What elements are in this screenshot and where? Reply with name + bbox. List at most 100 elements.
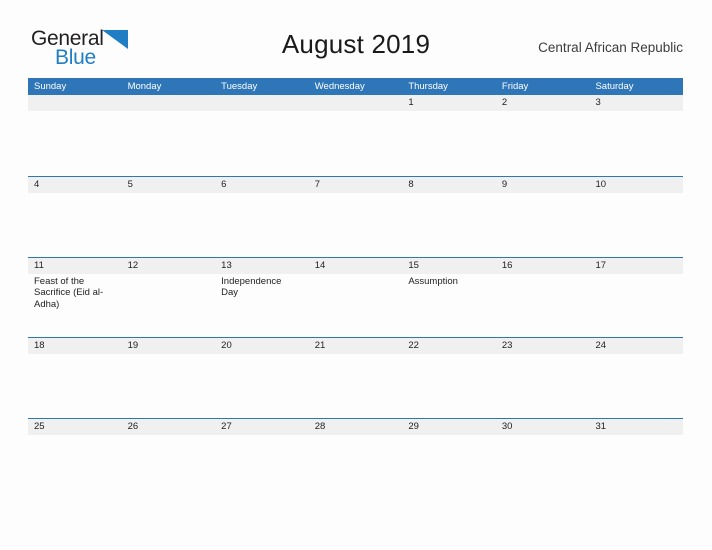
day-events-empty [122, 111, 216, 175]
day-events-empty [28, 354, 122, 418]
day-number[interactable]: 7 [309, 177, 403, 193]
day-events-empty [28, 193, 122, 257]
day-event-band [28, 354, 683, 418]
day-events-empty [402, 193, 496, 257]
day-events-empty [309, 274, 403, 338]
day-events-empty [309, 435, 403, 499]
day-events-empty [122, 193, 216, 257]
day-event-band [28, 111, 683, 175]
day-number[interactable]: 19 [122, 338, 216, 354]
day-number[interactable]: 3 [589, 95, 683, 111]
day-events-empty [496, 435, 590, 499]
day-number[interactable]: 20 [215, 338, 309, 354]
day-events-empty [215, 193, 309, 257]
day-events-empty [402, 354, 496, 418]
day-events-empty [309, 354, 403, 418]
day-events-empty [28, 435, 122, 499]
day-number[interactable]: 2 [496, 95, 590, 111]
day-number[interactable]: 4 [28, 177, 122, 193]
day-events-empty [122, 354, 216, 418]
day-events-empty [589, 111, 683, 175]
day-number-empty [309, 95, 403, 111]
day-number[interactable]: 24 [589, 338, 683, 354]
day-events-empty [496, 193, 590, 257]
calendar-week-row: 18 19 20 21 22 23 24 [28, 337, 683, 418]
holiday-label: Assumption [408, 275, 458, 287]
day-number[interactable]: 27 [215, 419, 309, 435]
weekday-header-saturday: Saturday [595, 81, 634, 92]
weekday-header-tuesday: Tuesday [221, 81, 258, 92]
calendar-page: General Blue August 2019 Central African… [0, 0, 712, 550]
day-events-empty [215, 111, 309, 175]
country-label: Central African Republic [538, 40, 683, 55]
day-number[interactable]: 23 [496, 338, 590, 354]
day-number[interactable]: 10 [589, 177, 683, 193]
day-events-empty [122, 274, 216, 338]
day-number[interactable]: 5 [122, 177, 216, 193]
day-number-empty [215, 95, 309, 111]
day-events-empty [402, 111, 496, 175]
day-number[interactable]: 18 [28, 338, 122, 354]
day-number[interactable]: 6 [215, 177, 309, 193]
day-number[interactable]: 11 [28, 258, 122, 274]
day-number-band: 18 19 20 21 22 23 24 [28, 338, 683, 354]
day-number[interactable]: 22 [402, 338, 496, 354]
day-events-empty [496, 354, 590, 418]
day-event-band [28, 193, 683, 257]
day-events-empty [589, 274, 683, 338]
day-number[interactable]: 30 [496, 419, 590, 435]
calendar-weeks: 1 2 3 4 5 6 7 8 9 10 11 12 13 14 15 16 17 Feast of the Sa… [28, 95, 683, 499]
day-number[interactable]: 31 [589, 419, 683, 435]
month-calendar: Sunday Monday Tuesday Wednesday Thursday… [28, 78, 683, 499]
day-number-empty [122, 95, 216, 111]
day-events-empty [28, 111, 122, 175]
day-events-empty [496, 111, 590, 175]
calendar-week-row: 11 12 13 14 15 16 17 Feast of the Sacrifice (Ei… [28, 256, 683, 338]
day-number[interactable]: 26 [122, 419, 216, 435]
day-events-empty [215, 354, 309, 418]
day-events-empty [589, 435, 683, 499]
day-number[interactable]: 9 [496, 177, 590, 193]
day-number[interactable]: 1 [402, 95, 496, 111]
day-events-empty [589, 354, 683, 418]
day-events-empty [215, 435, 309, 499]
day-number[interactable]: 14 [309, 258, 403, 274]
page-header: General Blue August 2019 Central African… [0, 0, 712, 76]
calendar-week-row: 123 [28, 95, 683, 176]
day-event-band: Feast of the Sacrifice (Eid al-Adha) Inde… [28, 273, 683, 338]
weekday-header-sunday: Sunday [34, 81, 67, 92]
day-number[interactable]: 28 [309, 419, 403, 435]
day-number[interactable]: 12 [122, 258, 216, 274]
day-events: Assumption [402, 274, 496, 338]
day-events-empty [309, 111, 403, 175]
day-number[interactable]: 17 [589, 258, 683, 274]
weekday-header-row: Sunday Monday Tuesday Wednesday Thursday… [28, 78, 683, 95]
day-number[interactable]: 8 [402, 177, 496, 193]
day-number-empty [28, 95, 122, 111]
day-number[interactable]: 21 [309, 338, 403, 354]
weekday-header-thursday: Thursday [408, 81, 448, 92]
day-number[interactable]: 15 [402, 258, 496, 274]
day-event-band [28, 434, 683, 499]
day-events-empty [309, 193, 403, 257]
day-number-band: 25 26 27 28 29 30 31 [28, 418, 683, 435]
day-number[interactable]: 16 [496, 258, 590, 274]
day-events-empty [402, 435, 496, 499]
day-number-band: 11 12 13 14 15 16 17 [28, 257, 683, 274]
day-events: Independence Day [215, 274, 309, 338]
calendar-week-row: 25 26 27 28 29 30 31 [28, 417, 683, 499]
day-number-band: 123 [28, 95, 683, 111]
holiday-label: Feast of the Sacrifice (Eid al-Adha) [34, 275, 104, 310]
day-number[interactable]: 25 [28, 419, 122, 435]
day-events: Feast of the Sacrifice (Eid al-Adha) [28, 274, 122, 338]
day-number[interactable]: 29 [402, 419, 496, 435]
calendar-week-row: 4 5 6 7 8 9 10 [28, 176, 683, 257]
day-events-empty [122, 435, 216, 499]
holiday-label: Independence Day [221, 275, 282, 299]
weekday-header-wednesday: Wednesday [314, 81, 365, 92]
weekday-header-friday: Friday [501, 81, 529, 92]
day-events-empty [589, 193, 683, 257]
day-events-empty [496, 274, 590, 338]
weekday-header-monday: Monday [127, 81, 162, 92]
day-number[interactable]: 13 [215, 258, 309, 274]
